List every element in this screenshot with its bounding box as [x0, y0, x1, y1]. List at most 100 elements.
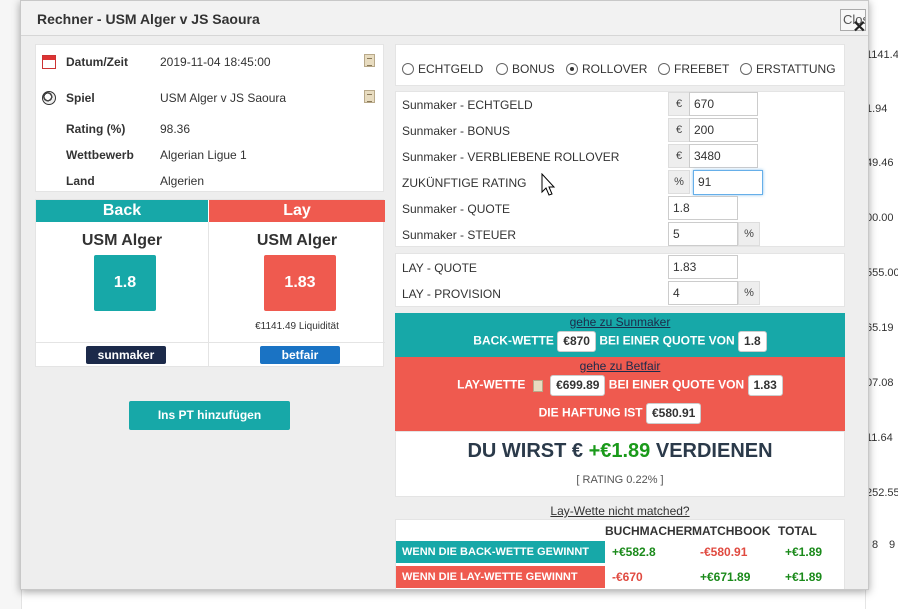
- form-label: Sunmaker - BONUS: [402, 124, 511, 138]
- info-value: Algerien: [160, 174, 205, 188]
- radio-label: ERSTATTUNG: [756, 62, 836, 76]
- bookmaker-odd-input[interactable]: 1.8: [668, 196, 738, 220]
- lay-form: LAY - QUOTE 1.83 LAY - PROVISION 4 %: [395, 253, 845, 307]
- tax-input[interactable]: 5: [668, 222, 738, 246]
- form-label: ZUKÜNFTIGE RATING: [402, 176, 527, 190]
- echtgeld-input[interactable]: 670: [689, 92, 758, 116]
- back-bet-middle: BEI EINER QUOTE VON: [599, 333, 735, 348]
- form-row: Sunmaker - STEUER 5 %: [396, 222, 844, 248]
- goto-sunmaker-link[interactable]: gehe zu Sunmaker: [395, 315, 845, 329]
- radio-icon[interactable]: [496, 63, 508, 75]
- radio-icon[interactable]: [402, 63, 414, 75]
- form-row: Sunmaker - VERBLIEBENE ROLLOVER € 3480: [396, 144, 844, 170]
- close-icon[interactable]: ✕: [853, 17, 866, 37]
- form-row: LAY - PROVISION 4 %: [396, 281, 844, 307]
- radio-freebet[interactable]: FREEBET: [658, 62, 729, 76]
- background-value: 555.00: [866, 267, 898, 279]
- background-value: 07.08: [866, 377, 894, 389]
- radio-erstattung[interactable]: ERSTATTUNG: [740, 62, 836, 76]
- liability-label: DIE HAFTUNG IST: [538, 405, 643, 420]
- percent-addon: %: [738, 222, 760, 246]
- table-header: MATCHBOOK: [692, 524, 771, 538]
- form-label: Sunmaker - STEUER: [402, 228, 517, 242]
- radio-bonus[interactable]: BONUS: [496, 62, 555, 76]
- background-value: 1141.45: [866, 49, 898, 61]
- lay-unmatched-link[interactable]: Lay-Wette nicht matched?: [395, 504, 845, 518]
- radio-icon[interactable]: [658, 63, 670, 75]
- lay-odd-tile[interactable]: 1.83: [264, 255, 336, 311]
- lay-odd-input[interactable]: 1.83: [668, 255, 738, 279]
- radio-selected-icon[interactable]: [566, 63, 578, 75]
- bonus-input[interactable]: 200: [689, 118, 758, 142]
- table-row-label: WENN DIE BACK-WETTE GEWINNT: [396, 541, 605, 563]
- modal-header: Rechner - USM Alger v JS Saoura Close: [21, 1, 868, 36]
- form-label: Sunmaker - ECHTGELD: [402, 98, 533, 112]
- add-to-pt-button[interactable]: Ins PT hinzufügen: [129, 401, 290, 430]
- info-label: Datum/Zeit: [66, 55, 129, 69]
- back-stake-value[interactable]: €870: [557, 331, 596, 352]
- bookmaker-form: Sunmaker - ECHTGELD € 670 Sunmaker - BON…: [395, 91, 845, 247]
- liability-line: DIE HAFTUNG IST €580.91: [395, 403, 845, 424]
- match-info-panel: Datum/Zeit 2019-11-04 18:45:00 Spiel USM…: [35, 44, 384, 192]
- form-label: LAY - PROVISION: [402, 287, 501, 301]
- lay-odd-value[interactable]: 1.83: [747, 375, 783, 396]
- info-value: USM Alger v JS Saoura: [160, 91, 287, 105]
- radio-label: ROLLOVER: [582, 62, 648, 76]
- form-label: LAY - QUOTE: [402, 261, 477, 275]
- profit-amount: +€1.89: [588, 440, 651, 462]
- lay-stake-value[interactable]: €699.89: [550, 375, 606, 396]
- form-label: Sunmaker - QUOTE: [402, 202, 511, 216]
- radio-label: FREEBET: [674, 62, 730, 76]
- radio-label: BONUS: [512, 62, 555, 76]
- table-cell: -€580.91: [700, 545, 748, 559]
- divider: [208, 222, 209, 366]
- lay-bet-line: LAY-WETTE €699.89 BEI EINER QUOTE VON 1.…: [395, 375, 845, 396]
- background-value: 11.64: [866, 432, 893, 444]
- sunmaker-logo[interactable]: sunmaker: [86, 346, 166, 364]
- info-row-competition: Wettbewerb Algerian Ligue 1: [36, 146, 383, 172]
- form-row: LAY - QUOTE 1.83: [396, 255, 844, 281]
- background-value: 00.00: [866, 212, 894, 224]
- mouse-cursor-icon: [541, 173, 556, 196]
- profit-summary: DU WIRST € +€1.89 VERDIENEN [ RATING 0.2…: [395, 431, 845, 497]
- lay-header: Lay: [209, 200, 385, 222]
- profit-rating: [ RATING 0.22% ]: [576, 474, 664, 486]
- liability-value[interactable]: €580.91: [645, 403, 702, 424]
- back-bet-prefix: BACK-WETTE: [473, 333, 554, 348]
- copy-icon[interactable]: [364, 54, 375, 67]
- radio-label: ECHTGELD: [418, 62, 484, 76]
- background-value: 49.46: [866, 157, 894, 169]
- commission-input[interactable]: 4: [668, 281, 738, 305]
- back-bet-line: BACK-WETTE €870 BEI EINER QUOTE VON 1.8: [395, 331, 845, 352]
- copy-icon[interactable]: [364, 90, 375, 103]
- euro-addon: €: [668, 144, 690, 168]
- info-label: Spiel: [66, 91, 95, 105]
- back-team-name: USM Alger: [81, 232, 163, 249]
- back-odd-tile[interactable]: 1.8: [94, 255, 156, 311]
- form-label: Sunmaker - VERBLIEBENE ROLLOVER: [402, 150, 620, 164]
- profit-suffix: VERDIENEN: [655, 440, 773, 462]
- lay-liquidity: €1141.49 Liquidität: [255, 321, 339, 332]
- radio-echtgeld[interactable]: ECHTGELD: [402, 62, 483, 76]
- radio-rollover[interactable]: ROLLOVER: [566, 62, 647, 76]
- radio-icon[interactable]: [740, 63, 752, 75]
- info-value: 2019-11-04 18:45:00: [160, 55, 271, 69]
- back-odd-value[interactable]: 1.8: [738, 331, 767, 352]
- goto-betfair-link[interactable]: gehe zu Betfair: [395, 359, 845, 373]
- info-label: Rating (%): [66, 122, 126, 136]
- info-label: Land: [66, 174, 95, 188]
- odds-panel: Back Lay USM Alger USM Alger 1.8 1.83 €1…: [35, 199, 385, 367]
- profit-prefix: DU WIRST €: [467, 440, 583, 462]
- betfair-logo[interactable]: betfair: [260, 346, 340, 364]
- form-row: Sunmaker - QUOTE 1.8: [396, 196, 844, 222]
- outcome-table: BUCHMACHER MATCHBOOK TOTAL WENN DIE BACK…: [395, 519, 845, 589]
- background-value: 65.19: [866, 322, 894, 334]
- rollover-input[interactable]: 3480: [689, 144, 758, 168]
- table-cell: +€1.89: [785, 545, 823, 559]
- table-row-label: WENN DIE LAY-WETTE GEWINNT: [396, 566, 605, 588]
- copy-icon[interactable]: [532, 379, 543, 392]
- table-cell: +€1.89: [785, 570, 823, 584]
- back-bet-result: gehe zu Sunmaker BACK-WETTE €870 BEI EIN…: [395, 313, 845, 357]
- future-rating-input[interactable]: 91: [693, 170, 763, 195]
- background-page-right: [865, 0, 898, 609]
